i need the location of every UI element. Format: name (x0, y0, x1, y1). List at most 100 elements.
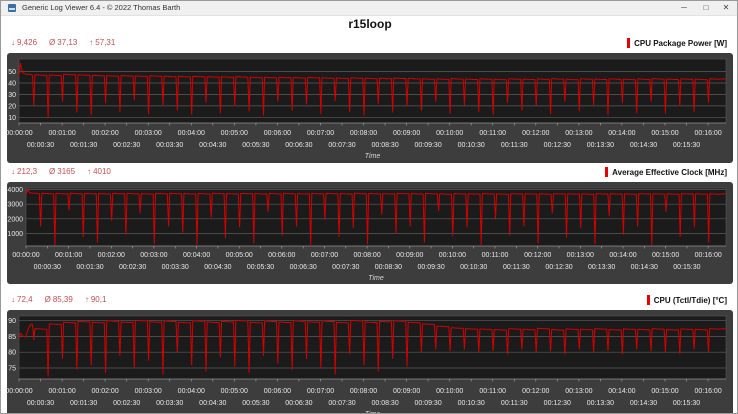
x-tick-label: 00:04:30 (199, 400, 226, 407)
x-tick-label: 00:16:00 (694, 130, 721, 137)
x-tick-label: 00:10:00 (436, 130, 463, 137)
x-tick-label: 00:08:00 (353, 252, 380, 259)
series-color-bar-icon (647, 295, 650, 305)
page-title: r15loop (1, 17, 738, 31)
min-arrow-icon: ↓ (11, 38, 15, 47)
plot-area[interactable] (19, 316, 726, 379)
chart-legend-temp: CPU (Tctl/Tdie) [°C] (647, 295, 727, 305)
x-tick-label: 00:00:00 (12, 252, 39, 259)
x-tick-label: 00:13:00 (565, 388, 592, 395)
x-tick-label: 00:05:00 (221, 388, 248, 395)
y-tick-label: 75 (8, 366, 16, 373)
x-tick-label: 00:09:00 (393, 388, 420, 395)
x-tick-label: 00:00:00 (7, 388, 33, 395)
y-tick-label: 40 (8, 81, 16, 88)
x-tick-label: 00:07:00 (307, 388, 334, 395)
stat-min-value: 9,426 (17, 38, 37, 47)
x-tick-label: 00:13:00 (567, 252, 594, 259)
x-tick-label: 00:00:30 (34, 264, 61, 271)
y-tick-label: 50 (8, 69, 16, 76)
x-tick-label: 00:15:30 (673, 142, 700, 149)
chart-panel-temp: 9085807500:00:0000:01:0000:02:0000:03:00… (7, 310, 733, 414)
x-tick-label: 00:03:00 (135, 388, 162, 395)
minimize-button[interactable]: ─ (673, 1, 695, 14)
y-tick-label: 80 (8, 350, 16, 357)
series-color-bar-icon (627, 38, 630, 48)
x-tick-label: 00:16:00 (694, 388, 721, 395)
y-tick-label: 4000 (7, 187, 23, 194)
x-tick-label: 00:15:30 (673, 264, 700, 271)
stat-avg-value: 37,13 (57, 38, 77, 47)
x-tick-label: 00:09:30 (414, 400, 441, 407)
chart-plot-power[interactable]: 504030201000:00:0000:01:0000:02:0000:03:… (7, 53, 733, 163)
chart-legend-clock: Average Effective Clock [MHz] (605, 167, 727, 177)
x-tick-label: 00:02:30 (113, 400, 140, 407)
x-tick-label: 00:16:00 (695, 252, 722, 259)
x-tick-label: 00:05:00 (221, 130, 248, 137)
x-tick-label: 00:01:00 (48, 130, 75, 137)
y-tick-label: 3000 (7, 202, 23, 209)
x-tick-label: 00:09:30 (417, 264, 444, 271)
stats-row-clock: ↓212,3Ø3165↑4010 Average Effective Clock… (11, 167, 727, 180)
plot-area[interactable] (26, 188, 726, 246)
app-icon (8, 4, 16, 12)
stats-row-temp: ↓72,4Ø85,39↑90,1 CPU (Tctl/Tdie) [°C] (11, 295, 727, 308)
chart-plot-clock[interactable]: 400030002000100000:00:0000:01:0000:02:00… (7, 182, 733, 284)
x-tick-label: 00:15:00 (651, 130, 678, 137)
x-tick-label: 00:06:00 (264, 130, 291, 137)
x-tick-label: 00:01:30 (76, 264, 103, 271)
x-tick-label: 00:13:00 (565, 130, 592, 137)
x-tick-label: 00:07:30 (332, 264, 359, 271)
x-tick-label: 00:12:30 (544, 142, 571, 149)
x-tick-label: 00:15:30 (673, 400, 700, 407)
x-tick-label: 00:07:00 (307, 130, 334, 137)
stat-max-value: 57,31 (95, 38, 115, 47)
x-tick-label: 00:14:00 (608, 388, 635, 395)
x-tick-label: 00:01:00 (48, 388, 75, 395)
x-tick-label: 00:14:30 (630, 400, 657, 407)
chart-title-temp: CPU (Tctl/Tdie) [°C] (654, 296, 727, 305)
chart-legend-power: CPU Package Power [W] (627, 38, 727, 48)
plot-area[interactable] (19, 59, 726, 123)
x-tick-label: 00:03:00 (135, 130, 162, 137)
stats-power: ↓9,426Ø37,13↑57,31 (11, 38, 127, 47)
y-tick-label: 20 (8, 103, 16, 110)
x-axis-title: Time (368, 275, 384, 282)
x-tick-label: 00:05:30 (242, 400, 269, 407)
x-tick-label: 00:03:30 (162, 264, 189, 271)
stats-clock: ↓212,3Ø3165↑4010 (11, 167, 123, 176)
x-tick-label: 00:00:00 (7, 130, 33, 137)
stat-min-value: 212,3 (17, 167, 37, 176)
x-tick-label: 00:09:00 (396, 252, 423, 259)
x-tick-label: 00:10:30 (458, 142, 485, 149)
x-tick-label: 00:10:30 (460, 264, 487, 271)
chart-panel-power: 504030201000:00:0000:01:0000:02:0000:03:… (7, 53, 733, 163)
x-tick-label: 00:12:30 (545, 264, 572, 271)
x-tick-label: 00:13:30 (587, 400, 614, 407)
x-tick-label: 00:14:30 (630, 142, 657, 149)
x-tick-label: 00:02:00 (91, 130, 118, 137)
chart-panel-clock: 400030002000100000:00:0000:01:0000:02:00… (7, 182, 733, 284)
x-tick-label: 00:04:00 (178, 388, 205, 395)
close-button[interactable]: ✕ (715, 1, 737, 14)
x-tick-label: 00:01:30 (70, 400, 97, 407)
x-tick-label: 00:15:00 (651, 388, 678, 395)
app-window: Generic Log Viewer 6.4 - © 2022 Thomas B… (0, 0, 738, 414)
x-tick-label: 00:04:00 (178, 130, 205, 137)
x-tick-label: 00:00:30 (27, 142, 54, 149)
max-arrow-icon: ↑ (87, 167, 91, 176)
y-tick-label: 10 (8, 115, 16, 122)
y-tick-label: 2000 (7, 216, 23, 223)
x-tick-label: 00:14:00 (608, 130, 635, 137)
x-tick-label: 00:03:30 (156, 400, 183, 407)
x-tick-label: 00:02:00 (91, 388, 118, 395)
maximize-button[interactable]: □ (695, 1, 717, 14)
x-tick-label: 00:09:00 (393, 130, 420, 137)
x-tick-label: 00:08:30 (375, 264, 402, 271)
chart-plot-temp[interactable]: 9085807500:00:0000:01:0000:02:0000:03:00… (7, 310, 733, 414)
x-tick-label: 00:03:30 (156, 142, 183, 149)
x-tick-label: 00:02:00 (98, 252, 125, 259)
x-tick-label: 00:05:00 (226, 252, 253, 259)
x-tick-label: 00:08:30 (371, 400, 398, 407)
stat-max-value: 4010 (93, 167, 111, 176)
